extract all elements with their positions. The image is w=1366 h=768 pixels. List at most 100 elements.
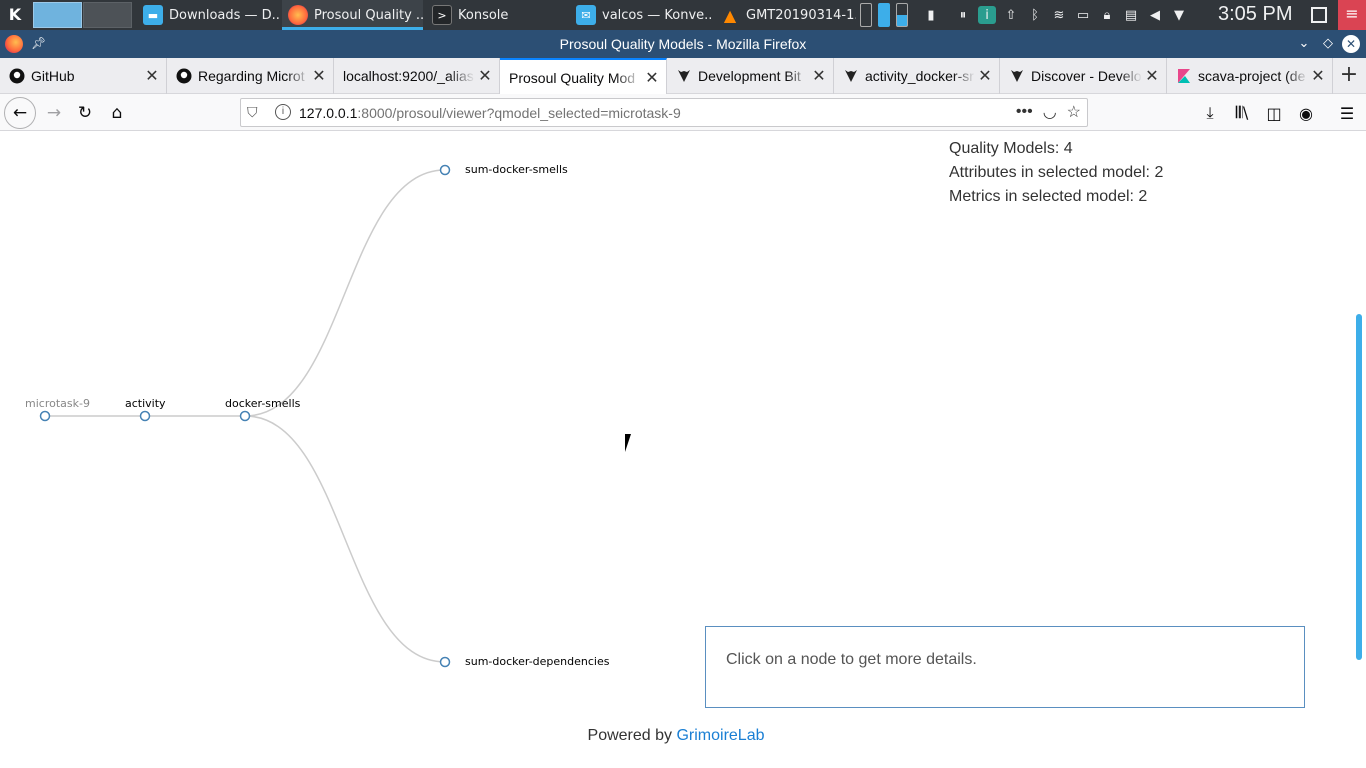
node-label-sum-docker-smells[interactable]: sum-docker-smells — [465, 163, 568, 176]
task-label: Prosoul Quality ... — [314, 7, 423, 23]
virtual-desktop-1[interactable] — [33, 2, 82, 28]
usb-icon[interactable]: ▮ — [922, 6, 940, 24]
pause-icon[interactable]: ⏸ — [954, 6, 972, 24]
folder-icon: ▬ — [143, 5, 163, 25]
forward-button[interactable]: → — [40, 99, 68, 127]
task-konsole[interactable]: > Konsole — [426, 0, 568, 30]
task-vlc[interactable]: ▲ GMT20190314-1... — [714, 0, 856, 30]
mouse-cursor — [625, 434, 637, 452]
reload-button[interactable]: ↻ — [71, 99, 99, 127]
tab-github[interactable]: GitHub ✕ — [0, 58, 167, 94]
scrollbar-thumb[interactable] — [1356, 314, 1362, 660]
kde-taskbar: K ▬ Downloads — D... Prosoul Quality ...… — [0, 0, 1366, 30]
footer-prefix: Powered by — [587, 727, 677, 744]
chat-icon: ✉ — [576, 5, 596, 25]
sidebar-icon[interactable]: ◫ — [1263, 102, 1285, 124]
tab-localhost-alias[interactable]: localhost:9200/_alias ✕ — [334, 58, 500, 94]
tab-close-icon[interactable]: ✕ — [975, 66, 995, 86]
details-hint: Click on a node to get more details. — [726, 651, 977, 668]
info-icon[interactable]: i — [978, 6, 996, 24]
tab-title: Regarding Microt — [198, 68, 305, 84]
tree-node-sum-docker-smells[interactable] — [439, 164, 451, 176]
tab-close-icon[interactable]: ✕ — [809, 66, 829, 86]
update-icon[interactable]: ⇧ — [1002, 6, 1020, 24]
clock[interactable]: 3:05 PM — [1218, 3, 1292, 26]
task-label: Konsole — [458, 7, 509, 23]
tab-close-icon[interactable]: ✕ — [1142, 66, 1162, 86]
tab-development-bitergia[interactable]: Development Bit ✕ — [667, 58, 834, 94]
battery-icon[interactable]: ▭ — [1074, 6, 1092, 24]
tab-prosoul-quality-models[interactable]: Prosoul Quality Mod ✕ — [500, 58, 667, 95]
system-tray: ▮ ⏸ i ⇧ ᛒ ≋ ▭ 🔒︎ ▤ ◀ ▼ — [860, 0, 1188, 30]
virtual-desktop-2[interactable] — [83, 2, 132, 28]
node-label-docker-smells[interactable]: docker-smells — [225, 397, 300, 410]
clipboard-icon[interactable]: ▤ — [1122, 6, 1140, 24]
tab-title: Discover - Develo — [1031, 68, 1142, 84]
bookmark-star-icon[interactable]: ☆ — [1067, 102, 1081, 122]
memory-monitor-icon[interactable] — [860, 3, 872, 27]
tab-title: activity_docker-sr — [865, 68, 974, 84]
close-icon[interactable]: ✕ — [1342, 35, 1360, 53]
footer: Powered by GrimoireLab — [0, 727, 1352, 745]
tree-node-sum-docker-dependencies[interactable] — [439, 656, 451, 668]
tab-title: Development Bit — [698, 68, 801, 84]
swap-monitor-icon[interactable] — [896, 3, 908, 27]
tab-discover[interactable]: Discover - Develo ✕ — [1000, 58, 1167, 94]
tab-close-icon[interactable]: ✕ — [309, 66, 329, 86]
task-firefox[interactable]: Prosoul Quality ... — [282, 0, 423, 30]
tree-node-activity[interactable] — [139, 410, 151, 422]
wifi-icon[interactable]: ≋ — [1050, 6, 1068, 24]
tab-scava-project[interactable]: scava-project (de ✕ — [1167, 58, 1333, 94]
firefox-icon — [288, 5, 308, 25]
minimize-icon[interactable]: ⌄ — [1295, 35, 1313, 53]
lock-icon[interactable]: 🔒︎ — [1098, 6, 1116, 24]
task-label: Downloads — D... — [169, 7, 279, 23]
page-scrollbar[interactable] — [1352, 132, 1366, 768]
tray-expand-icon[interactable]: ▼ — [1170, 6, 1188, 24]
grimoirelab-link[interactable]: GrimoireLab — [676, 727, 764, 744]
pocket-icon[interactable]: ◡ — [1043, 102, 1057, 122]
account-icon[interactable]: ◉ — [1295, 102, 1317, 124]
home-button[interactable]: ⌂ — [103, 99, 131, 127]
tree-node-docker-smells[interactable] — [239, 410, 251, 422]
tab-regarding-microtask[interactable]: Regarding Microt ✕ — [167, 58, 334, 94]
node-label-activity[interactable]: activity — [125, 397, 166, 410]
task-downloads[interactable]: ▬ Downloads — D... — [137, 0, 279, 30]
node-label-root[interactable]: microtask-9 — [25, 397, 90, 410]
show-desktop-icon[interactable] — [1311, 7, 1327, 23]
back-button[interactable]: ← — [4, 97, 36, 129]
bitergia-icon — [1009, 68, 1025, 84]
tree-link — [244, 415, 446, 663]
tab-title: GitHub — [31, 68, 75, 84]
new-tab-button[interactable]: + — [1336, 64, 1362, 88]
task-konversation[interactable]: ✉ valcos — Konve... — [570, 0, 712, 30]
maximize-icon[interactable]: ◇ — [1319, 35, 1337, 53]
window-title: Prosoul Quality Models - Mozilla Firefox — [559, 36, 807, 52]
cpu-monitor-icon[interactable] — [878, 3, 890, 27]
url-bar[interactable]: ⛉ i 127.0.0.1:8000/prosoul/viewer?qmodel… — [240, 98, 1088, 127]
url-text[interactable]: 127.0.0.1:8000/prosoul/viewer?qmodel_sel… — [299, 105, 681, 121]
stat-attributes: Attributes in selected model: 2 — [949, 164, 1164, 181]
tree-node-root[interactable] — [39, 410, 51, 422]
tab-activity-docker[interactable]: activity_docker-sr ✕ — [834, 58, 1000, 94]
downloads-icon[interactable]: ⤓ — [1199, 102, 1221, 124]
site-info-icon[interactable]: i — [275, 104, 291, 120]
page-actions-icon[interactable]: ••• — [1016, 103, 1033, 121]
volume-icon[interactable]: ◀ — [1146, 6, 1164, 24]
tab-close-icon[interactable]: ✕ — [1308, 66, 1328, 86]
bluetooth-icon[interactable]: ᛒ — [1026, 6, 1044, 24]
page-content: microtask-9 activity docker-smells sum-d… — [0, 132, 1352, 768]
library-icon[interactable]: 𝄃𝄃\ — [1231, 102, 1253, 124]
menu-icon[interactable]: ☰ — [1336, 102, 1358, 124]
tab-close-icon[interactable]: ✕ — [142, 66, 162, 86]
tracking-shield-icon[interactable]: ⛉ — [247, 104, 258, 121]
node-label-sum-docker-dependencies[interactable]: sum-docker-dependencies — [465, 655, 609, 668]
hamburger-menu-icon[interactable]: ≡ — [1338, 0, 1366, 30]
kde-launcher-icon[interactable]: K — [4, 4, 26, 26]
tab-close-icon[interactable]: ✕ — [475, 66, 495, 86]
bitergia-icon — [843, 68, 859, 84]
model-stats: Quality Models: 4 Attributes in selected… — [949, 137, 1163, 209]
navigation-toolbar: ← → ↻ ⌂ ⛉ i 127.0.0.1:8000/prosoul/viewe… — [0, 94, 1366, 131]
tab-close-icon[interactable]: ✕ — [642, 68, 662, 88]
stat-quality-models: Quality Models: 4 — [949, 140, 1073, 157]
